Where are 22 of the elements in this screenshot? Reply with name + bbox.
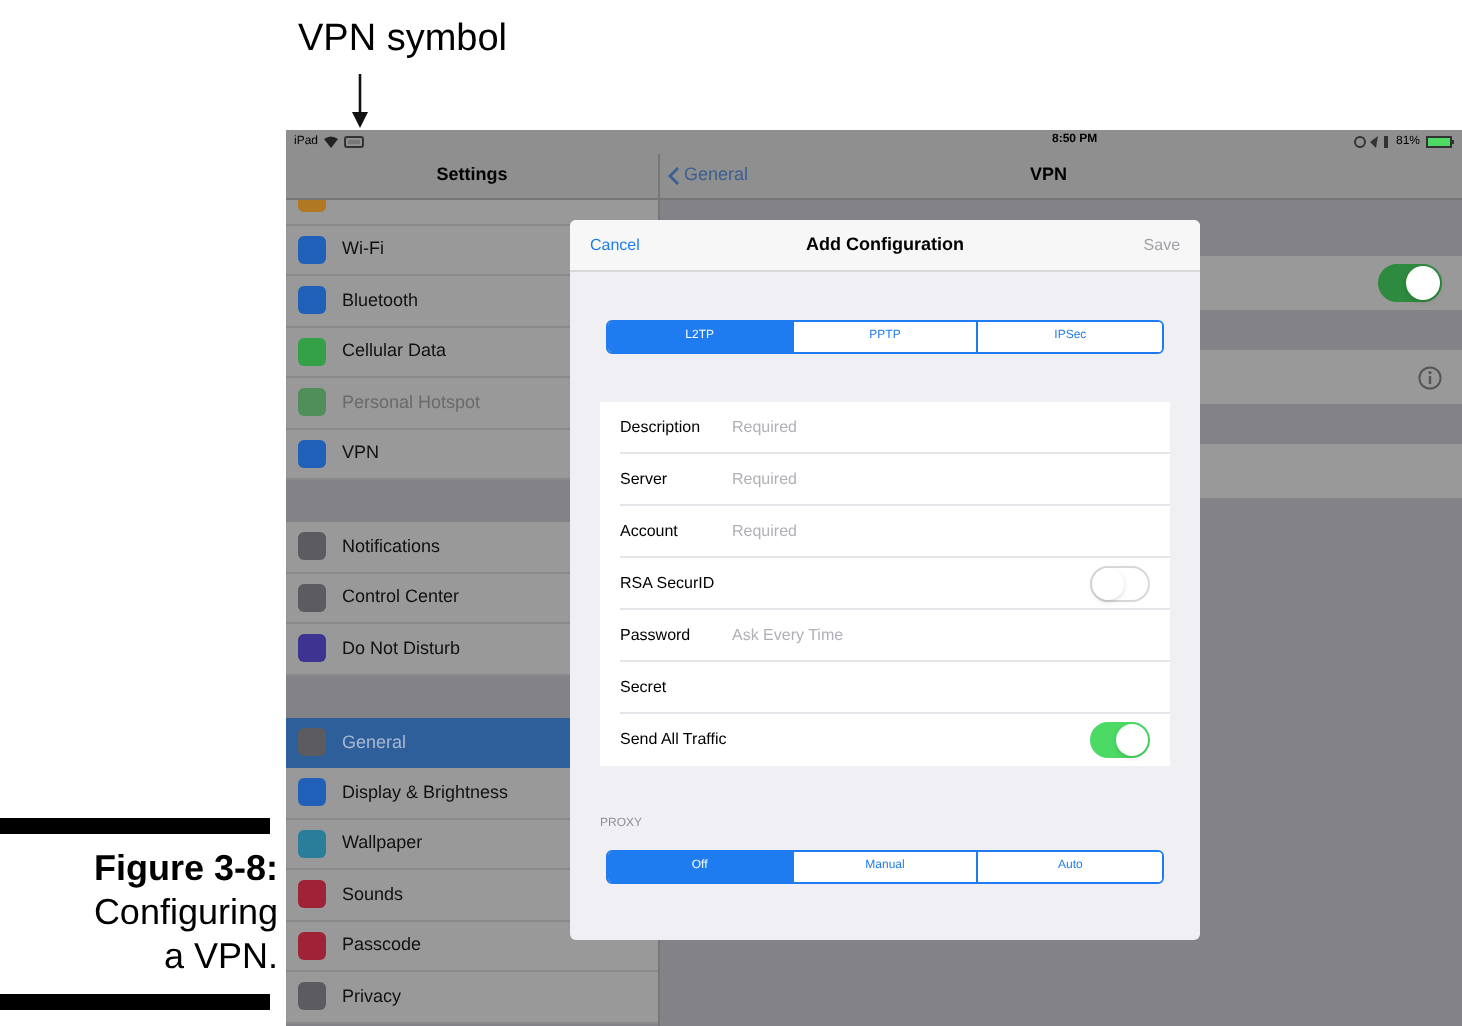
page-title: VPN [1030, 162, 1068, 189]
dialog-title: Add Configuration [806, 231, 964, 258]
figure-caption: Configuring a VPN. [91, 890, 278, 978]
back-chevron-icon [668, 166, 680, 186]
toggle-switch[interactable] [1090, 722, 1150, 758]
sidebar-item[interactable]: Privacy [286, 972, 658, 1023]
sidebar-title: Settings [436, 162, 508, 189]
annotation-arrow [352, 74, 368, 128]
save-button: Save [1100, 233, 1181, 257]
status-icons [1353, 136, 1390, 148]
figure-number: Figure 3-8: [93, 846, 278, 890]
input-field[interactable]: Ask Every Time [732, 623, 1150, 647]
input-field[interactable]: Required [732, 519, 1150, 543]
battery-icon [1426, 136, 1454, 148]
wifi-icon [324, 136, 339, 148]
info-icon[interactable] [1418, 365, 1442, 389]
field-label: Secret [620, 675, 669, 699]
input-field[interactable]: Required [732, 467, 1150, 491]
toggle-switch[interactable] [1378, 264, 1442, 302]
vpn-badge-icon [344, 136, 365, 148]
input-field[interactable]: Required [732, 415, 1150, 439]
annotation-label: VPN symbol [298, 16, 508, 64]
